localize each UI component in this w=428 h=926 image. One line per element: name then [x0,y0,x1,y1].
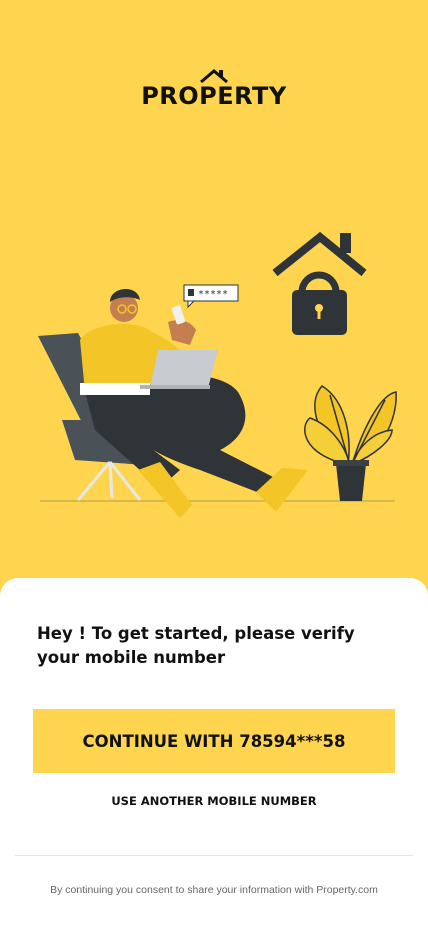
consent-text: By continuing you consent to share your … [50,884,378,896]
pin-bubble: ***** [183,284,239,309]
divider [15,855,413,856]
verify-heading: Hey ! To get started, please verify your… [37,624,355,667]
person-body [80,288,218,395]
brand-logo: PROPERTY [0,68,428,110]
plant-icon [304,385,397,501]
continue-button[interactable]: CONTINUE WITH 78594***58 [33,709,395,773]
continue-button-label: CONTINUE WITH 78594***58 [82,731,346,751]
use-another-number-link[interactable]: USE ANOTHER MOBILE NUMBER [0,794,428,808]
person-with-phone-security-icon: ***** [38,231,397,518]
person-legs [85,374,308,518]
brand-name: PROPERTY [141,82,287,110]
hero-section: PROPERTY ***** [0,0,428,600]
pin-mask: ***** [198,289,228,300]
verify-sheet: Hey ! To get started, please verify your… [0,578,428,926]
house-lock-icon [272,231,367,335]
